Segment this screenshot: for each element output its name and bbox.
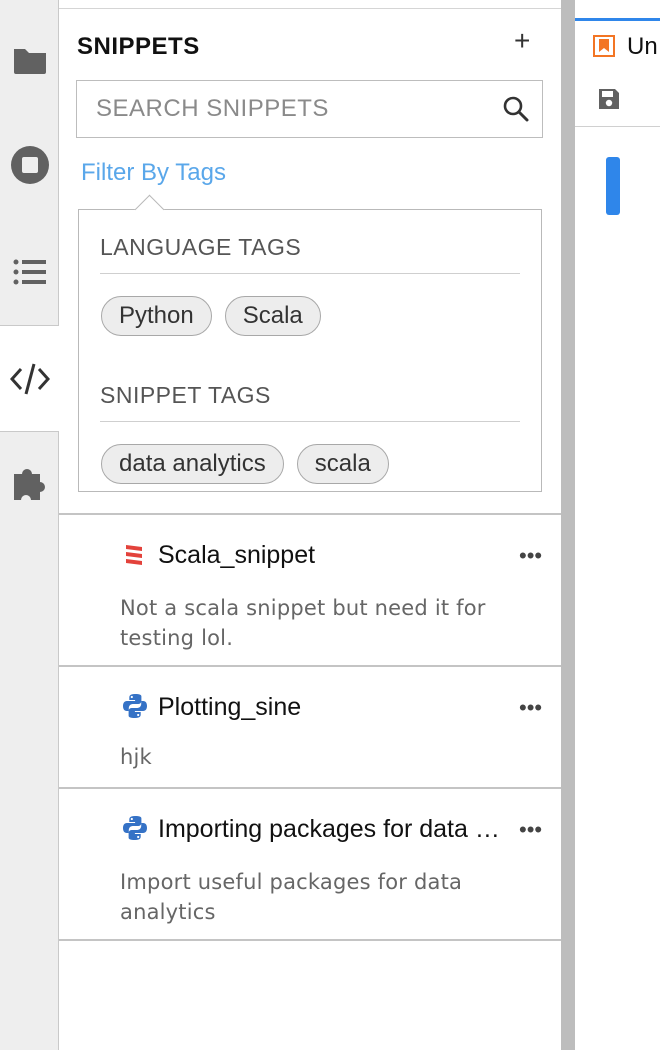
panel-splitter[interactable] bbox=[561, 0, 575, 1050]
panel-title: SNIPPETS bbox=[77, 33, 200, 60]
snippet-item[interactable]: Plotting_sine ••• hjk bbox=[59, 667, 561, 789]
snippet-item[interactable]: Importing packages for data analytics ••… bbox=[59, 789, 561, 941]
notebook-tab[interactable]: Un bbox=[575, 18, 660, 72]
scala-icon bbox=[126, 545, 142, 565]
search-icon[interactable] bbox=[502, 95, 530, 123]
snippet-tags-divider bbox=[100, 421, 520, 422]
snippet-item[interactable]: Scala_snippet ••• Not a scala snippet bu… bbox=[59, 515, 561, 667]
snippet-description: hjk bbox=[120, 745, 152, 769]
tag-chip-scala-language[interactable]: Scala bbox=[224, 296, 321, 336]
tag-chip-python[interactable]: Python bbox=[101, 296, 212, 336]
more-options-button[interactable]: ••• bbox=[519, 695, 542, 721]
table-of-contents-tab[interactable] bbox=[0, 220, 59, 324]
save-icon[interactable] bbox=[597, 87, 621, 111]
snippets-tab[interactable] bbox=[0, 325, 60, 432]
tab-label: Un bbox=[627, 33, 658, 60]
snippet-title: Scala_snippet bbox=[158, 541, 316, 569]
tag-chip-scala[interactable]: scala bbox=[296, 444, 389, 484]
activity-bar bbox=[0, 0, 60, 1050]
snippet-tags-title: SNIPPET TAGS bbox=[100, 382, 271, 408]
filter-by-tags-link[interactable]: Filter By Tags bbox=[81, 159, 226, 187]
snippet-description: Import useful packages for data analytic… bbox=[120, 870, 463, 924]
python-icon bbox=[123, 694, 147, 718]
more-options-button[interactable]: ••• bbox=[519, 543, 542, 569]
language-tags-divider bbox=[100, 273, 520, 274]
language-tag-row: Python Scala bbox=[101, 296, 321, 336]
snippet-tag-row: data analytics scala bbox=[101, 444, 389, 484]
active-cell-indicator bbox=[606, 157, 620, 215]
popup-caret bbox=[134, 194, 165, 225]
add-snippet-button[interactable]: + bbox=[514, 27, 530, 55]
notebook-toolbar bbox=[575, 72, 660, 127]
snippet-title: Plotting_sine bbox=[158, 693, 302, 721]
language-tags-title: LANGUAGE TAGS bbox=[100, 234, 302, 260]
search-box bbox=[76, 80, 543, 138]
snippet-title: Importing packages for data analytics bbox=[158, 815, 510, 843]
python-icon bbox=[123, 816, 147, 840]
snippets-panel: SNIPPETS + Filter By Tags LANGUAGE TAGS … bbox=[59, 8, 561, 1050]
folder-icon bbox=[13, 49, 46, 74]
file-browser-tab[interactable] bbox=[0, 8, 59, 112]
tag-chip-data-analytics[interactable]: data analytics bbox=[101, 444, 284, 484]
notebook-icon bbox=[593, 35, 615, 57]
code-icon bbox=[10, 363, 50, 394]
main-area: Un bbox=[575, 0, 660, 1050]
puzzle-icon bbox=[13, 469, 45, 500]
extensions-tab[interactable] bbox=[0, 432, 59, 536]
snippet-description: Not a scala snippet but need it for test… bbox=[120, 596, 486, 650]
running-tab[interactable] bbox=[0, 113, 59, 217]
search-input[interactable] bbox=[77, 81, 506, 137]
more-options-button[interactable]: ••• bbox=[519, 817, 542, 843]
list-icon bbox=[13, 259, 46, 285]
tag-filter-popup: LANGUAGE TAGS Python Scala SNIPPET TAGS … bbox=[78, 194, 542, 492]
stop-circle-icon bbox=[10, 146, 49, 184]
